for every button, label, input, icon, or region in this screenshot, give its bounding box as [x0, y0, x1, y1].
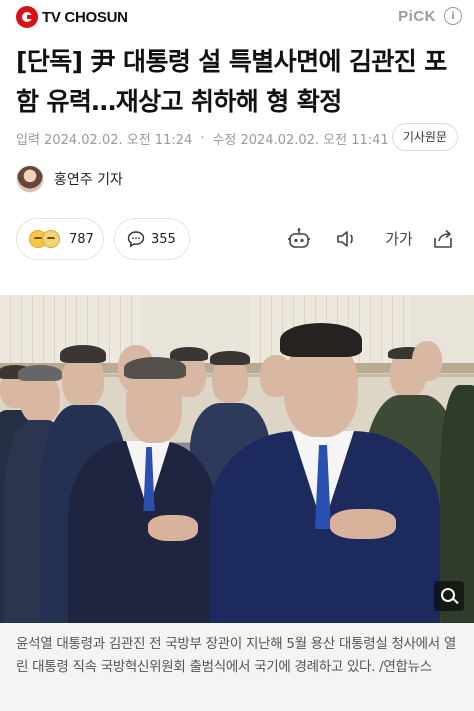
audio-speaker-icon[interactable] [334, 226, 360, 252]
meta-divider: · [200, 130, 205, 146]
pick-badge[interactable]: PiCK [398, 8, 436, 25]
reporter-avatar [16, 165, 44, 193]
article-timestamps: 입력 2024.02.02. 오전 11:24 · 수정 2024.02.02.… [16, 126, 389, 150]
tv-chosun-logo[interactable]: TV CHOSUN [16, 6, 128, 28]
comment-count: 355 [151, 231, 176, 247]
article-actions: 787 355 가가 [16, 218, 458, 260]
article-title: [단독] 尹 대통령 설 특별사면에 김관진 포함 유력…재상고 취하해 형 확… [16, 47, 447, 116]
info-icon[interactable]: i [444, 7, 462, 25]
reaction-count: 787 [69, 231, 94, 247]
brand-name: TV CHOSUN [42, 8, 128, 26]
reporter-byline[interactable]: 홍연주 기자 [16, 164, 123, 194]
article-photo[interactable] [0, 295, 474, 623]
comment-icon [127, 231, 145, 248]
photo-zoom-icon[interactable] [434, 581, 464, 611]
reporter-name: 홍연주 기자 [54, 172, 123, 188]
reaction-emoji-icon [29, 230, 60, 248]
font-size-icon[interactable]: 가가 [382, 226, 416, 252]
comment-button[interactable]: 355 [114, 218, 190, 260]
original-article-button[interactable]: 기사원문 [391, 123, 458, 151]
top-bar: TV CHOSUN PiCK i [0, 0, 474, 36]
photo-caption: 윤석열 대통령과 김관진 전 국방부 장관이 지난해 5월 용산 대통령실 청사… [0, 623, 474, 711]
share-icon[interactable] [430, 226, 456, 252]
modified-time: 수정 2024.02.02. 오전 11:41 [212, 132, 389, 148]
published-time: 입력 2024.02.02. 오전 11:24 [16, 132, 193, 148]
tv-chosun-logo-icon [16, 6, 38, 28]
reaction-button[interactable]: 787 [16, 218, 104, 260]
summary-bot-icon[interactable] [286, 226, 312, 252]
